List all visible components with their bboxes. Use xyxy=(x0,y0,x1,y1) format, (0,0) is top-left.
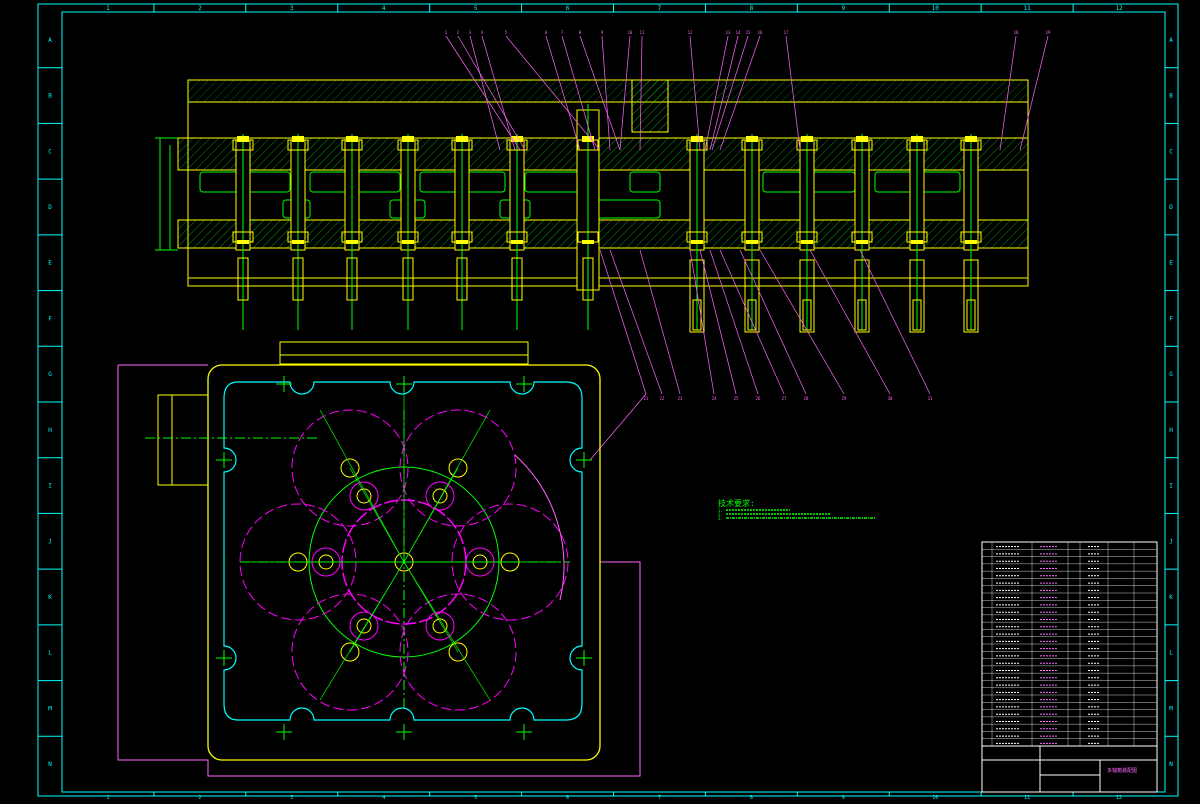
svg-text:29: 29 xyxy=(842,396,847,401)
svg-text:26: 26 xyxy=(756,396,761,401)
svg-text:23: 23 xyxy=(678,396,683,401)
spindle xyxy=(796,134,818,333)
zone-row-label: F xyxy=(1169,315,1173,322)
drawing-sheet: 1 2 3 4 5 6 7 8 9 10 11 12 1 2 3 4 5 6 7 8 9 10 11 12 ABCDEFGH… xyxy=(0,0,1200,801)
svg-text:19: 19 xyxy=(1046,30,1051,35)
cad-drawing: 1 2 3 4 5 6 7 8 9 10 11 12 1 2 3 4 5 6 7 8 9 10 11 12 ABCDEFGH… xyxy=(0,0,1200,801)
zone-col-label: 10 xyxy=(932,795,938,800)
zone-row-label: L xyxy=(1169,650,1173,657)
spindle xyxy=(686,134,708,333)
zone-col-label: 11 xyxy=(1024,5,1032,12)
svg-text:18: 18 xyxy=(1014,30,1019,35)
zone-row-label: B xyxy=(1169,93,1173,100)
zone-row-label: E xyxy=(48,260,52,267)
svg-text:14: 14 xyxy=(736,30,741,35)
zone-row-label: F xyxy=(48,315,52,322)
zone-col-label: 7 xyxy=(658,5,662,12)
svg-text:15: 15 xyxy=(746,30,751,35)
zone-col-label: 10 xyxy=(932,5,940,12)
zone-col-label: 7 xyxy=(658,795,661,800)
svg-text:30: 30 xyxy=(888,396,893,401)
drive-block xyxy=(631,79,669,133)
zone-row-label: B xyxy=(48,93,52,100)
svg-text:13: 13 xyxy=(726,30,731,35)
drawing-title: 多轴箱装配图 xyxy=(1107,767,1137,774)
zone-row-label: K xyxy=(48,594,52,601)
zone-col-label: 9 xyxy=(842,795,845,800)
zone-row-label: G xyxy=(1169,371,1173,378)
zone-col-label: 3 xyxy=(290,795,293,800)
zone-col-label: 1 xyxy=(106,5,110,12)
zone-col-label: 1 xyxy=(106,795,109,800)
zone-row-label: E xyxy=(1169,260,1173,267)
zone-row-label: C xyxy=(1169,148,1173,155)
zone-row-label: C xyxy=(48,148,52,155)
zone-col-label: 8 xyxy=(750,5,754,12)
zone-col-label: 5 xyxy=(474,795,477,800)
zone-col-label: 8 xyxy=(750,795,753,800)
zone-row-label: N xyxy=(48,761,52,768)
zone-row-label: D xyxy=(1169,204,1173,211)
zone-row-label: A xyxy=(48,37,52,44)
zone-col-label: 2 xyxy=(198,795,201,800)
spindle xyxy=(906,134,928,333)
zone-row-label: G xyxy=(48,371,52,378)
svg-text:17: 17 xyxy=(784,30,789,35)
zone-row-label: M xyxy=(1169,705,1173,712)
zone-row-label: N xyxy=(1169,761,1173,768)
zone-col-label: 6 xyxy=(566,5,570,12)
zone-col-label: 3 xyxy=(290,5,294,12)
zone-col-label: 5 xyxy=(474,5,478,12)
spindle xyxy=(851,134,873,333)
zone-col-label: 2 xyxy=(198,5,202,12)
svg-text:22: 22 xyxy=(660,396,665,401)
zone-row-label: M xyxy=(48,705,52,712)
zone-row-label: A xyxy=(1169,37,1173,44)
svg-text:21: 21 xyxy=(644,396,649,401)
svg-text:27: 27 xyxy=(782,396,787,401)
zone-row-label: D xyxy=(48,204,52,211)
zone-row-label: L xyxy=(48,650,52,657)
svg-text:28: 28 xyxy=(804,396,809,401)
zone-row-label: J xyxy=(48,538,52,545)
zone-col-label: 12 xyxy=(1116,795,1122,800)
zone-col-label: 12 xyxy=(1115,5,1123,12)
svg-text:16: 16 xyxy=(758,30,763,35)
svg-text:12: 12 xyxy=(688,30,693,35)
svg-text:24: 24 xyxy=(712,396,717,401)
svg-text:10: 10 xyxy=(628,30,633,35)
zone-row-label: J xyxy=(1169,538,1173,545)
zone-row-label: I xyxy=(1169,483,1173,490)
svg-text:31: 31 xyxy=(928,396,933,401)
zone-col-label: 4 xyxy=(382,795,385,800)
notes-line-3: 3. xyxy=(718,516,723,521)
zone-col-label: 11 xyxy=(1024,795,1030,800)
zone-col-label: 6 xyxy=(566,795,569,800)
svg-text:11: 11 xyxy=(640,30,645,35)
spindle xyxy=(960,134,982,333)
svg-text:25: 25 xyxy=(734,396,739,401)
zone-col-label: 9 xyxy=(841,5,845,12)
spindle xyxy=(741,134,763,333)
zone-row-label: H xyxy=(48,427,52,434)
zone-col-label: 4 xyxy=(382,5,386,12)
zone-row-label: I xyxy=(48,483,52,490)
notes-title: 技术要求: xyxy=(718,498,755,508)
zone-row-label: K xyxy=(1169,594,1173,601)
zone-row-label: H xyxy=(1169,427,1173,434)
